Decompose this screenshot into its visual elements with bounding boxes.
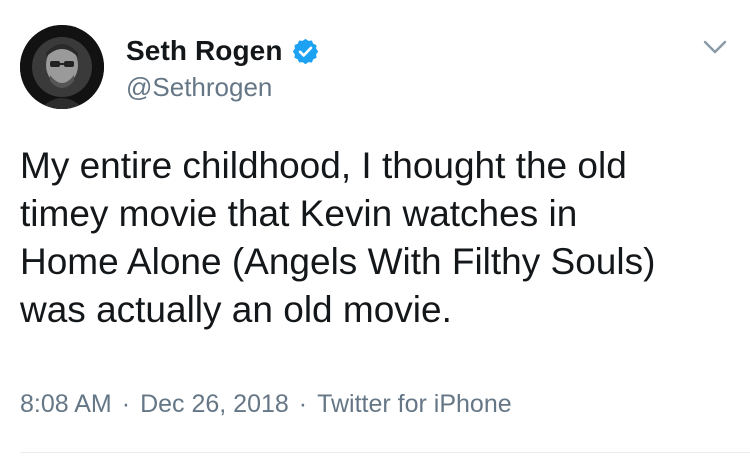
display-name[interactable]: Seth Rogen: [126, 35, 283, 67]
avatar-image: [20, 25, 104, 109]
tweet-card: Seth Rogen @Sethrogen My entire childhoo…: [0, 0, 750, 468]
meta-separator: ·: [121, 390, 131, 418]
author-block: Seth Rogen @Sethrogen: [126, 34, 320, 103]
avatar[interactable]: [20, 25, 104, 109]
meta-separator: ·: [298, 390, 308, 418]
verified-badge-icon: [291, 37, 320, 66]
tweet-time[interactable]: 8:08 AM: [20, 390, 112, 419]
tweet-text: My entire childhood, I thought the old t…: [20, 145, 656, 330]
chevron-down-icon[interactable]: [702, 38, 728, 56]
divider: [20, 452, 750, 453]
tweet-source[interactable]: Twitter for iPhone: [317, 390, 512, 419]
tweet-date[interactable]: Dec 26, 2018: [140, 390, 289, 419]
tweet-meta: 8:08 AM · Dec 26, 2018 · Twitter for iPh…: [20, 390, 512, 419]
user-handle[interactable]: @Sethrogen: [126, 72, 320, 103]
name-row: Seth Rogen: [126, 34, 320, 68]
